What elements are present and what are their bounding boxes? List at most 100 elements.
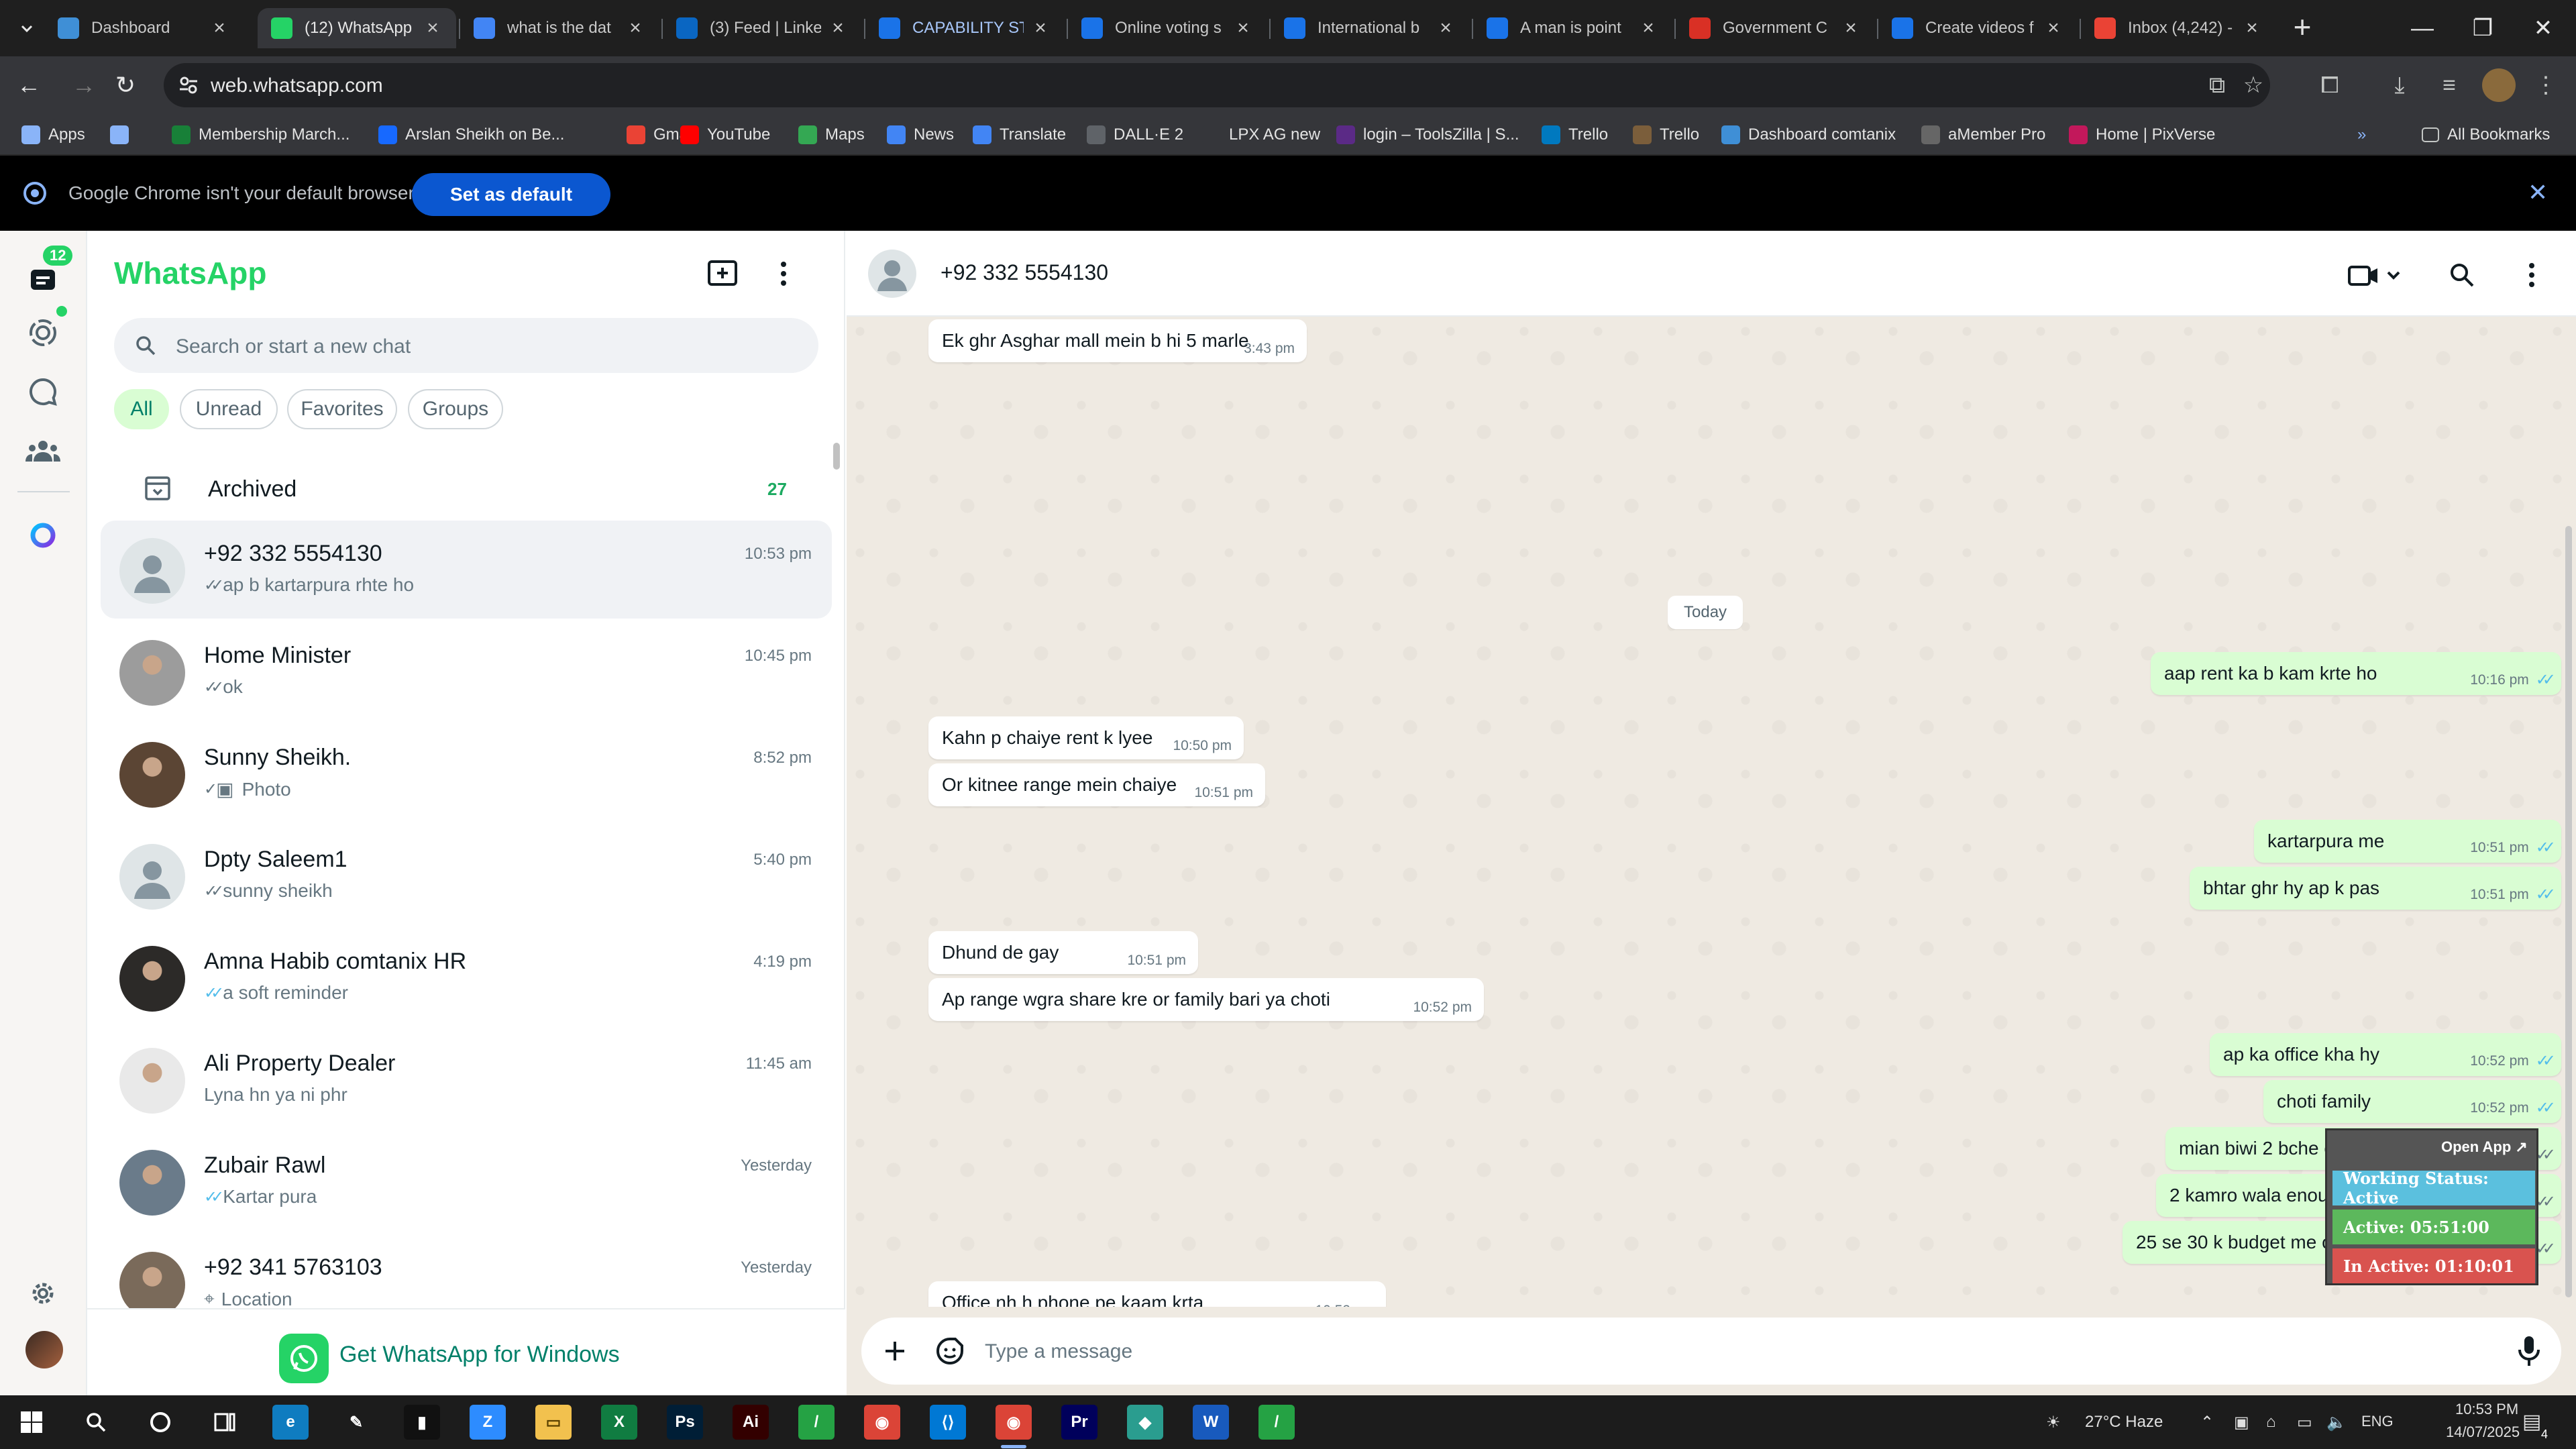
edge-icon[interactable]: e (272, 1405, 309, 1440)
chat-avatar[interactable] (119, 1048, 185, 1114)
chrome-menu-icon[interactable]: ⋮ (2529, 68, 2563, 102)
message-input[interactable]: Type a message (985, 1340, 1132, 1363)
archived-row[interactable]: Archived 27 (87, 456, 845, 523)
profile-avatar[interactable] (2482, 68, 2516, 102)
windows-start-icon[interactable] (13, 1405, 50, 1440)
media-controls-icon[interactable]: ≡ (2432, 68, 2466, 102)
weather-icon[interactable]: ☀ (2046, 1413, 2061, 1432)
chrome-active-icon[interactable]: ◉ (996, 1405, 1032, 1440)
all-bookmarks-button[interactable]: All Bookmarks (2422, 122, 2550, 148)
infobar-close-icon[interactable]: ✕ (2528, 178, 2548, 207)
tab-close-icon[interactable]: × (828, 17, 848, 39)
address-bar[interactable]: web.whatsapp.com ⧉ ☆ (164, 63, 2270, 107)
terminal-icon[interactable]: ▮ (404, 1405, 440, 1440)
chat-list-menu-icon[interactable] (780, 260, 788, 287)
outgoing-message[interactable]: ap ka office kha hy 10:52 pm ✓✓ (2210, 1033, 2561, 1076)
green-app-icon[interactable]: / (798, 1405, 835, 1440)
bookmark-item[interactable]: aMember Pro (1921, 122, 2045, 148)
chat-avatar[interactable] (119, 946, 185, 1012)
bookmark-item[interactable]: LPX AG new (1202, 122, 1320, 148)
video-call-icon[interactable] (2344, 256, 2411, 294)
chat-list-item[interactable]: Amna Habib comtanix HR 4:19 pm ✓✓ a soft re… (101, 928, 832, 1026)
volume-icon[interactable]: 🔈 (2326, 1413, 2347, 1432)
tab-close-icon[interactable]: × (1030, 17, 1051, 39)
tab-close-icon[interactable]: × (1233, 17, 1253, 39)
status-icon[interactable] (24, 314, 62, 352)
browser-tab[interactable]: Inbox (4,242) - × (2081, 8, 2275, 48)
weather-text[interactable]: 27°C Haze (2085, 1413, 2163, 1432)
illustrator-icon[interactable]: Ai (733, 1405, 769, 1440)
chat-list-scrollbar[interactable] (833, 443, 840, 470)
tab-close-icon[interactable]: × (2043, 17, 2063, 39)
settings-icon[interactable] (24, 1275, 62, 1312)
incoming-message[interactable]: Ek ghr Asghar mall mein b hi 5 marle 3:43… (928, 319, 1307, 362)
notifications-icon[interactable]: ▤ (2522, 1410, 2541, 1434)
file-explorer-icon[interactable]: ▭ (535, 1405, 572, 1440)
browser-tab[interactable]: Government C × (1676, 8, 1874, 48)
bookmark-item[interactable]: Arslan Sheikh on Be... (378, 122, 564, 148)
get-whatsapp-windows-banner[interactable]: Get WhatsApp for Windows (87, 1308, 845, 1395)
search-input[interactable]: Search or start a new chat (176, 335, 411, 358)
contact-name[interactable]: +92 332 5554130 (941, 260, 1108, 285)
chat-list-item[interactable]: Dpty Saleem1 5:40 pm ✓✓ sunny sheikh (101, 826, 832, 924)
sticker-emoji-icon[interactable] (935, 1336, 965, 1366)
tray-app-icon[interactable]: ▣ (2234, 1413, 2249, 1432)
communities-icon[interactable] (24, 432, 62, 470)
bookmark-item[interactable]: News (887, 122, 954, 148)
filter-groups[interactable]: Groups (408, 389, 503, 429)
vscode-icon[interactable]: ⟨⟩ (930, 1405, 966, 1440)
bookmark-item[interactable]: Dashboard comtanix (1721, 122, 1896, 148)
close-window-button[interactable]: ✕ (2506, 0, 2576, 56)
filter-all[interactable]: All (114, 389, 169, 429)
site-info-icon[interactable] (177, 74, 200, 97)
filter-favorites[interactable]: Favorites (287, 389, 397, 429)
outgoing-message[interactable]: kartarpura me 10:51 pm ✓✓ (2254, 820, 2561, 863)
browser-tab[interactable]: (3) Feed | Linke × (663, 8, 861, 48)
bookmark-item[interactable]: Trello (1542, 122, 1608, 148)
back-button[interactable]: ← (12, 68, 46, 102)
microphone-icon[interactable] (2517, 1335, 2541, 1367)
chat-avatar[interactable] (119, 844, 185, 910)
tab-close-icon[interactable]: × (1638, 17, 1658, 39)
chat-list-item[interactable]: Ali Property Dealer 11:45 am Lyna hn ya ni… (101, 1030, 832, 1128)
teal-app-icon[interactable]: ◆ (1127, 1405, 1163, 1440)
bookmark-item[interactable]: Translate (973, 122, 1066, 148)
incoming-message[interactable]: Office nh h phone pe kaam krta10:52 pm (928, 1281, 1386, 1307)
extensions-icon[interactable]: ⧠ (2313, 68, 2347, 102)
open-app-link[interactable]: Open App ↗ (2441, 1138, 2528, 1156)
chat-list-item[interactable]: Sunny Sheikh. 8:52 pm ✓ ▣ Photo (101, 724, 832, 822)
chrome-icon[interactable]: ◉ (864, 1405, 900, 1440)
pen-tool-icon[interactable]: ✎ (338, 1405, 374, 1440)
bookmark-item[interactable]: Membership March... (172, 122, 350, 148)
excel-icon[interactable]: X (601, 1405, 637, 1440)
meta-ai-icon[interactable] (24, 517, 62, 554)
browser-tab[interactable]: what is the dat × (460, 8, 659, 48)
new-chat-icon[interactable] (707, 259, 739, 288)
browser-tab[interactable]: Online voting s × (1068, 8, 1267, 48)
bookmark-item[interactable]: DALL·E 2 (1087, 122, 1183, 148)
bookmark-star-icon[interactable]: ☆ (2237, 68, 2270, 102)
tab-close-icon[interactable]: × (209, 17, 229, 39)
bookmark-item[interactable] (110, 122, 137, 148)
bookmark-item[interactable]: Trello (1633, 122, 1699, 148)
tab-search-icon[interactable] (12, 13, 42, 43)
outgoing-message[interactable]: bhtar ghr hy ap k pas 10:51 pm ✓✓ (2190, 867, 2561, 910)
install-app-icon[interactable]: ⧉ (2200, 68, 2234, 102)
display-icon[interactable]: ▭ (2297, 1413, 2312, 1432)
chat-avatar[interactable] (119, 742, 185, 808)
chat-list-item[interactable]: Home Minister 10:45 pm ✓✓ ok (101, 623, 832, 720)
new-tab-button[interactable]: + (2286, 11, 2318, 44)
chats-icon[interactable] (24, 262, 62, 299)
tab-close-icon[interactable]: × (625, 17, 645, 39)
incoming-message[interactable]: Kahn p chaiye rent k lyee 10:50 pm (928, 716, 1244, 759)
downloads-icon[interactable]: ⤓ (2383, 68, 2416, 102)
premiere-icon[interactable]: Pr (1061, 1405, 1097, 1440)
message-scrollbar[interactable] (2565, 526, 2572, 1297)
reload-button[interactable]: ↻ (109, 68, 142, 102)
network-icon[interactable]: ⌂ (2266, 1413, 2276, 1432)
set-as-default-button[interactable]: Set as default (412, 173, 610, 216)
task-view-icon[interactable] (207, 1405, 243, 1440)
outgoing-message[interactable]: aap rent ka b kam krte ho 10:16 pm ✓✓ (2151, 652, 2561, 695)
attach-plus-icon[interactable] (881, 1338, 908, 1364)
chat-list-item[interactable]: +92 332 5554130 10:53 pm ✓✓ ap b kartarpura… (101, 521, 832, 619)
